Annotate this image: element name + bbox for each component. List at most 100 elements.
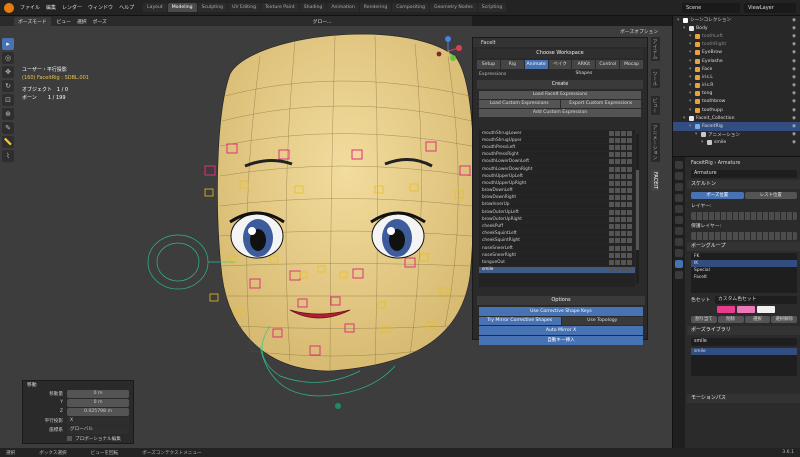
mode-selector[interactable]: ポーズモード [14,16,51,26]
visibility-icon[interactable]: ◉ [792,34,796,39]
pose-options-button[interactable]: ポーズオプション [620,28,658,35]
auto-keying-toggle[interactable]: 自動キー挿入 [479,336,643,345]
faceit-tab-4[interactable]: ARKit Shapes [572,60,596,76]
expression-list-item[interactable]: noseSneerLeft [479,245,635,253]
scale-tool-icon[interactable]: ⊡ [2,94,14,106]
load-faceit-expressions-button[interactable]: Load FaceIt Expressions [479,91,641,99]
expression-action-icons[interactable] [609,152,635,158]
object-props-icon[interactable] [675,227,683,235]
expression-list-item[interactable]: mouthUpperUpLeft [479,173,635,181]
faceit-tab-5[interactable]: Control [596,60,620,69]
view-layer-props-icon[interactable] [675,194,683,202]
modifier-props-icon[interactable] [675,238,683,246]
outliner-row[interactable]: ▾ Faceit_Collection ◉ [673,114,800,122]
expression-action-icons[interactable] [609,159,635,165]
pose-menu[interactable]: ポーズ [93,18,107,25]
armature-name-field[interactable]: Armature [691,169,797,178]
workspace-tab-rendering[interactable]: Rendering [359,3,392,12]
options-section[interactable]: Options [477,296,645,305]
menu-help[interactable]: ヘルプ [119,4,134,11]
expression-action-icons[interactable] [609,202,635,208]
expression-list-item[interactable]: browOuterUpLeft [479,209,635,217]
adjust-panel-header[interactable]: 移動 [23,381,133,389]
outliner-row[interactable]: ▾ Face ◉ [673,65,800,73]
visibility-icon[interactable]: ◉ [792,50,796,55]
faceit-tab-2[interactable]: Animate [524,60,548,69]
root-bone-handle[interactable] [335,403,341,409]
move-z-field[interactable]: 0.025798 m [67,407,129,416]
create-section[interactable]: Create [477,80,643,89]
export-custom-expressions-button[interactable]: Export Custom Expressions [560,100,641,108]
outliner-row[interactable]: ▾ iris.L ◉ [673,73,800,81]
pose-list-item[interactable]: smile [691,348,797,355]
visibility-icon[interactable]: ◉ [792,124,796,129]
outliner-row[interactable]: ▾ toothupp ◉ [673,106,800,114]
load-custom-expressions-button[interactable]: Load Custom Expressions [479,100,560,108]
workspace-tab-animation[interactable]: Animation [327,3,359,12]
faceit-tab-3[interactable]: ベイク [548,60,572,69]
view-menu[interactable]: ビュー [57,18,71,25]
outliner[interactable]: ▾ シーンコレクション ◉ ▾ Body ◉ ▾ toothLeft ◉ ▾ toothRight ◉… [672,16,800,156]
workspace-tab-modeling[interactable]: Modeling [167,3,197,12]
output-props-icon[interactable] [675,183,683,191]
faceit-panel-header[interactable]: FaceIt [473,38,647,47]
expression-list-item[interactable]: cheekPuff [479,223,635,231]
workspace-tab-uv-editing[interactable]: UV Editing [228,3,261,12]
move-tool-icon[interactable]: ✥ [2,66,14,78]
select-color-swatch[interactable] [737,306,755,313]
workspace-tab-layout[interactable]: Layout [143,3,167,12]
menu-file[interactable]: ファイル [20,4,40,11]
expression-list-item[interactable]: browDownRight [479,195,635,202]
world-props-icon[interactable] [675,216,683,224]
orientation-dropdown[interactable]: グローバル [67,425,129,434]
workspace-tab-texture-paint[interactable]: Texture Paint [261,3,299,12]
expression-action-icons[interactable] [609,195,635,201]
rest-position-button[interactable]: レスト位置 [744,192,797,199]
expression-list-item[interactable]: browOuterUpRight [479,216,635,224]
expression-list-item[interactable]: mouthShrugLower [479,130,635,138]
layer-grid[interactable] [687,211,800,220]
faceit-tab-0[interactable]: Setup [477,60,500,69]
expression-action-icons[interactable] [609,209,635,215]
bone-group-item[interactable]: FaceIt [691,274,797,281]
transform-orientation[interactable]: グロー... [313,18,332,25]
workspace-tab-sculpting[interactable]: Sculpting [197,3,228,12]
visibility-icon[interactable]: ◉ [792,42,796,47]
pose-library-section[interactable]: ポーズライブラリ [687,326,800,335]
visibility-icon[interactable]: ◉ [792,108,796,113]
expression-list-item[interactable]: mouthShrugUpper [479,137,635,145]
expression-action-icons[interactable] [609,245,635,251]
expression-list-item[interactable]: mouthLowerDownLeft [479,159,635,166]
menu-edit[interactable]: 編集 [46,4,56,11]
visibility-icon[interactable]: ◉ [792,116,796,121]
visibility-icon[interactable]: ◉ [792,26,796,31]
use-topology-toggle[interactable]: Use Topology [561,317,643,325]
expression-action-icons[interactable] [609,224,635,230]
scene-selector[interactable]: Scene [682,3,740,13]
select-menu[interactable]: 選択 [77,18,87,25]
expression-list-item[interactable]: tongueOut [479,259,635,267]
view-layer-selector[interactable]: ViewLayer [744,3,796,13]
menu-window[interactable]: ウィンドウ [88,4,113,11]
scene-props-icon[interactable] [675,205,683,213]
visibility-icon[interactable]: ◉ [792,83,796,88]
constraint-props-icon[interactable] [675,249,683,257]
bone-tool-icon[interactable]: ⌇ [2,150,14,162]
pose-position-button[interactable]: ポーズ位置 [691,192,744,199]
skeleton-section[interactable]: スケルトン [687,180,800,189]
expression-action-icons[interactable] [609,267,635,273]
outliner-row[interactable]: ▾ tong ◉ [673,90,800,98]
tab-view[interactable]: ビュー [650,96,660,115]
workspace-tab-shading[interactable]: Shading [299,3,327,12]
active-color-swatch[interactable] [757,306,775,313]
pose-library-field[interactable]: smile [691,337,797,346]
expression-list-item[interactable]: mouthPressLeft [479,144,635,152]
expression-action-icons[interactable] [609,216,635,222]
workspace-tab-compositing[interactable]: Compositing [392,3,430,12]
select-tool-icon[interactable]: ▸ [2,38,14,50]
workspace-tab-scripting[interactable]: Scripting [477,3,507,12]
expression-list-item[interactable]: mouthUpperUpRight [479,180,635,188]
expression-list-scrollbar[interactable] [636,134,639,284]
auto-mirror-x-toggle[interactable]: Auto Mirror X [479,326,643,335]
expression-action-icons[interactable] [609,130,635,136]
